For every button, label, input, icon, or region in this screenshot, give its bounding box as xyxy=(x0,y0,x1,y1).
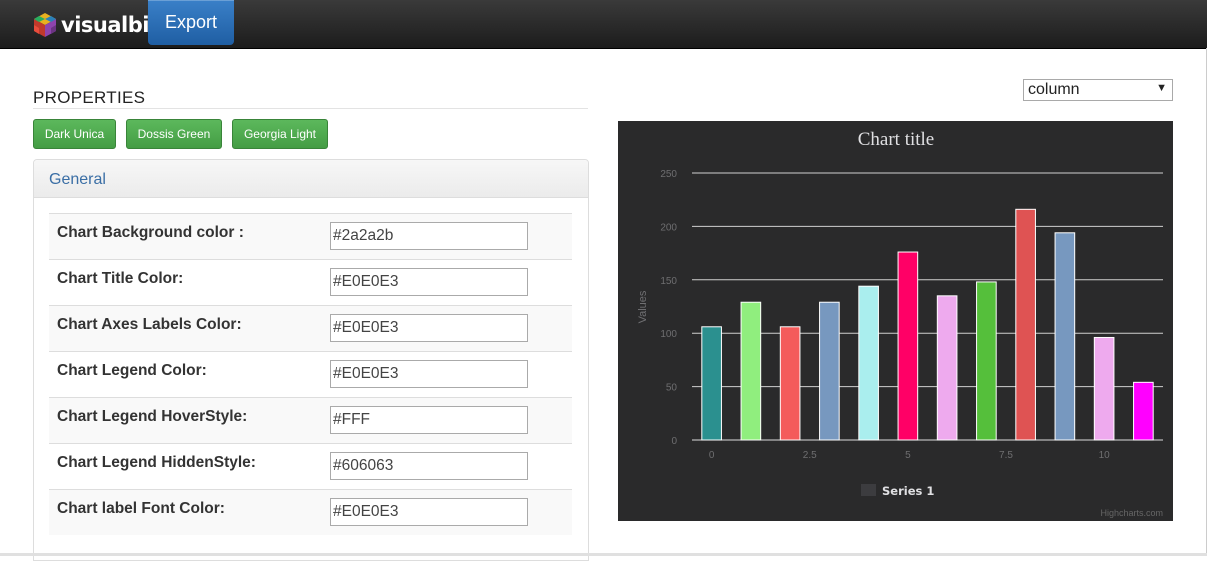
table-row: Chart label Font Color: xyxy=(49,489,572,535)
logo-text: visualbi xyxy=(61,13,149,37)
y-tick-label: 250 xyxy=(660,169,677,180)
dropdown-arrow-icon: ▼ xyxy=(1156,82,1167,94)
cube-logo-icon xyxy=(34,13,56,37)
theme-dark-unica-button[interactable]: Dark Unica xyxy=(33,119,116,149)
bar[interactable] xyxy=(1054,232,1076,441)
legend-hover-style-input[interactable] xyxy=(330,406,528,434)
panel-title[interactable]: General xyxy=(49,171,106,189)
bar[interactable] xyxy=(936,295,958,441)
general-panel: General Chart Background color : Chart T… xyxy=(33,159,589,561)
legend-color-input[interactable] xyxy=(330,360,528,388)
table-row: Chart Legend HiddenStyle: xyxy=(49,443,572,489)
chart-type-select[interactable]: column ▼ xyxy=(1023,79,1173,101)
bar[interactable] xyxy=(976,281,997,441)
chart-credit[interactable]: Highcharts.com xyxy=(1100,508,1163,518)
x-tick-label: 10 xyxy=(1099,450,1111,461)
bar[interactable] xyxy=(819,301,840,441)
property-label: Chart Background color : xyxy=(57,224,244,241)
properties-table: Chart Background color : Chart Title Col… xyxy=(49,213,572,535)
bar[interactable] xyxy=(897,251,919,441)
bar[interactable] xyxy=(740,301,762,441)
table-row: Chart Background color : xyxy=(49,213,572,259)
y-tick-label: 150 xyxy=(660,276,677,287)
y-tick-label: 100 xyxy=(660,329,677,340)
bar[interactable] xyxy=(858,285,879,441)
y-tick-label: 200 xyxy=(660,222,677,233)
background-color-input[interactable] xyxy=(330,222,528,250)
chart-background xyxy=(618,121,1173,521)
legend-swatch[interactable] xyxy=(861,484,876,496)
label-font-color-input[interactable] xyxy=(330,498,528,526)
chart-type-selected-value: column xyxy=(1028,81,1080,98)
y-axis-label: Values xyxy=(637,290,649,323)
properties-heading: PROPERTIES xyxy=(33,88,146,107)
column-chart: Chart title Values 0 50 100 150 200 250 0 2.5 5… xyxy=(618,121,1173,521)
heading-divider xyxy=(33,108,588,109)
property-label: Chart Legend HoverStyle: xyxy=(57,408,248,425)
property-label: Chart Title Color: xyxy=(57,270,184,287)
export-button[interactable]: Export xyxy=(148,0,234,45)
axes-labels-color-input[interactable] xyxy=(330,314,528,342)
table-row: Chart Legend Color: xyxy=(49,351,572,397)
x-tick-label: 7.5 xyxy=(999,450,1013,461)
title-color-input[interactable] xyxy=(330,268,528,296)
property-label: Chart Legend HiddenStyle: xyxy=(57,454,256,471)
legend-item-series-1[interactable]: Series 1 xyxy=(882,484,934,498)
bar[interactable] xyxy=(701,326,722,441)
table-row: Chart Legend HoverStyle: xyxy=(49,397,572,443)
legend-hidden-style-input[interactable] xyxy=(330,452,528,480)
theme-georgia-light-button[interactable]: Georgia Light xyxy=(232,119,328,149)
y-tick-label: 50 xyxy=(666,383,678,394)
x-tick-label: 5 xyxy=(905,450,911,461)
bar[interactable] xyxy=(779,326,801,441)
general-panel-header[interactable]: General xyxy=(34,160,588,198)
theme-dossis-green-button[interactable]: Dossis Green xyxy=(126,119,222,149)
brand-logo[interactable]: visualbi xyxy=(32,10,149,40)
x-tick-label: 0 xyxy=(709,450,715,461)
table-row: Chart Title Color: xyxy=(49,259,572,305)
bar[interactable] xyxy=(1015,208,1036,441)
bar[interactable] xyxy=(1133,381,1154,441)
property-label: Chart label Font Color: xyxy=(57,500,225,517)
top-navbar: visualbi Export xyxy=(0,0,1207,49)
x-tick-label: 2.5 xyxy=(803,450,817,461)
property-label: Chart Axes Labels Color: xyxy=(57,316,242,333)
table-row: Chart Axes Labels Color: xyxy=(49,305,572,351)
chart-title: Chart title xyxy=(858,129,935,150)
bar[interactable] xyxy=(1093,336,1115,441)
y-tick-label: 0 xyxy=(671,436,677,447)
property-label: Chart Legend Color: xyxy=(57,362,207,379)
